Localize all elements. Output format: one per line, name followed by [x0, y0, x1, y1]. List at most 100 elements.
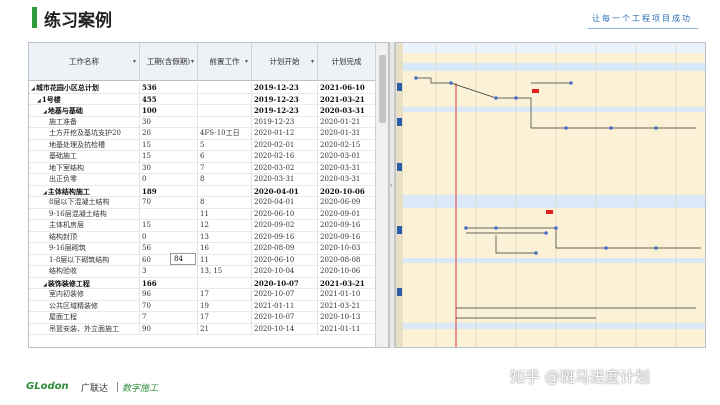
cell-finish[interactable]: 2020-09-16 [318, 220, 376, 232]
cell-duration[interactable]: 70 [140, 197, 198, 209]
cell-start[interactable]: 2019-12-23 [252, 82, 318, 94]
table-row[interactable]: ◢主体结构施工 189 2020-04-01 2020-10-06 [29, 185, 376, 197]
expand-toggle-icon[interactable]: ◢ [31, 86, 35, 92]
cell-pred[interactable] [198, 105, 252, 117]
cell-pred[interactable]: 17 [198, 289, 252, 301]
sort-dropdown-icon[interactable]: ▾ [245, 43, 248, 81]
cell-duration[interactable]: 7 [140, 312, 198, 324]
cell-finish[interactable]: 2021-03-21 [318, 93, 376, 105]
table-row[interactable]: 出正负零 0 8 2020-03-31 2020-03-31 [29, 174, 376, 186]
cell-name[interactable]: ◢1号楼 [29, 93, 140, 105]
cell-duration[interactable]: 30 [140, 116, 198, 128]
network-diagram[interactable] [395, 42, 706, 348]
expand-toggle-icon[interactable]: ◢ [37, 98, 41, 104]
cell-start[interactable]: 2020-01-12 [252, 128, 318, 140]
scrollbar-thumb[interactable] [379, 55, 386, 123]
cell-duration[interactable]: 189 [140, 185, 198, 197]
cell-name[interactable]: 施工准备 [29, 116, 140, 128]
cell-pred[interactable]: 12 [198, 220, 252, 232]
cell-name[interactable]: 9-16层混凝土结构 [29, 208, 140, 220]
table-row[interactable]: 结构封顶 0 13 2020-09-16 2020-09-16 [29, 231, 376, 243]
cell-finish[interactable]: 2020-03-01 [318, 151, 376, 163]
cell-pred[interactable]: 7 [198, 162, 252, 174]
cell-name[interactable]: 土方开挖及基坑支护20 [29, 128, 140, 140]
cell-name[interactable]: 9-16层砌筑 [29, 243, 140, 255]
table-row[interactable]: 公共区域精装修 70 19 2021-01-11 2021-03-21 [29, 300, 376, 312]
cell-duration[interactable] [140, 208, 198, 220]
table-row[interactable]: 主体机房层 15 12 2020-09-02 2020-09-16 [29, 220, 376, 232]
table-row[interactable]: ◢地基与基础 100 2019-12-23 2020-03-31 [29, 105, 376, 117]
cell-duration[interactable]: 70 [140, 300, 198, 312]
cell-finish[interactable]: 2020-06-09 [318, 197, 376, 209]
cell-duration[interactable]: 100 [140, 105, 198, 117]
table-row[interactable]: 吊篮安装、外立面施工 90 21 2020-10-14 2021-01-11 [29, 323, 376, 335]
cell-finish[interactable]: 2020-10-06 [318, 185, 376, 197]
table-row[interactable]: 1-8层以下砌筑结构 60 11 2020-06-10 2020-08-08 [29, 254, 376, 266]
sort-dropdown-icon[interactable]: ▾ [191, 43, 194, 81]
table-row[interactable]: 基础施工 15 6 2020-02-16 2020-03-01 [29, 151, 376, 163]
cell-pred[interactable]: 4FS-10工日 [198, 128, 252, 140]
cell-duration[interactable]: 15 [140, 139, 198, 151]
cell-finish[interactable]: 2020-03-31 [318, 162, 376, 174]
cell-finish[interactable]: 2020-10-03 [318, 243, 376, 255]
cell-finish[interactable]: 2021-01-10 [318, 289, 376, 301]
cell-duration[interactable]: 455 [140, 93, 198, 105]
col-header-finish[interactable]: 计划完成 [318, 43, 376, 81]
cell-start[interactable]: 2021-01-11 [252, 300, 318, 312]
cell-duration[interactable]: 96 [140, 289, 198, 301]
cell-start[interactable]: 2019-12-23 [252, 116, 318, 128]
cell-pred[interactable]: 13 [198, 231, 252, 243]
vertical-scrollbar[interactable] [375, 43, 388, 347]
cell-pred[interactable] [198, 116, 252, 128]
cell-pred[interactable]: 13, 15 [198, 266, 252, 278]
cell-finish[interactable]: 2020-01-21 [318, 116, 376, 128]
table-row[interactable]: ◢城市花园小区总计划 536 2019-12-23 2021-06-10 [29, 82, 376, 94]
cell-start[interactable]: 2020-02-01 [252, 139, 318, 151]
cell-start[interactable]: 2020-10-07 [252, 312, 318, 324]
table-row[interactable]: 室内初装修 96 17 2020-10-07 2021-01-10 [29, 289, 376, 301]
cell-pred[interactable] [198, 82, 252, 94]
cell-finish[interactable]: 2020-09-01 [318, 208, 376, 220]
cell-name[interactable]: ◢主体结构施工 [29, 185, 140, 197]
cell-pred[interactable]: 19 [198, 300, 252, 312]
cell-finish[interactable]: 2020-03-31 [318, 105, 376, 117]
col-header-name[interactable]: 工作名称 ▾ [29, 43, 140, 81]
cell-name[interactable]: 地基处理及抗检槽 [29, 139, 140, 151]
table-row[interactable]: 9-16层砌筑 56 16 2020-08-09 2020-10-03 [29, 243, 376, 255]
cell-finish[interactable]: 2020-08-08 [318, 254, 376, 266]
table-row[interactable]: 9-16层混凝土结构 11 2020-06-10 2020-09-01 [29, 208, 376, 220]
cell-duration[interactable]: 15 [140, 151, 198, 163]
cell-start[interactable]: 2020-04-01 [252, 185, 318, 197]
table-row[interactable]: 结构验收 3 13, 15 2020-10-04 2020-10-06 [29, 266, 376, 278]
cell-pred[interactable]: 5 [198, 139, 252, 151]
sort-dropdown-icon[interactable]: ▾ [311, 43, 314, 81]
cell-duration[interactable]: 15 [140, 220, 198, 232]
cell-name[interactable]: 结构封顶 [29, 231, 140, 243]
cell-start[interactable]: 2020-06-10 [252, 208, 318, 220]
cell-start[interactable]: 2020-04-01 [252, 197, 318, 209]
cell-start[interactable]: 2020-08-09 [252, 243, 318, 255]
table-row[interactable]: 8层以下混凝土结构 70 8 2020-04-01 2020-06-09 [29, 197, 376, 209]
cell-duration[interactable]: 0 [140, 174, 198, 186]
cell-finish[interactable]: 2020-10-06 [318, 266, 376, 278]
cell-pred[interactable] [198, 277, 252, 289]
cell-start[interactable]: 2020-10-04 [252, 266, 318, 278]
cell-finish[interactable]: 2021-06-10 [318, 82, 376, 94]
col-header-start[interactable]: 计划开始 ▾ [252, 43, 318, 81]
cell-start[interactable]: 2020-10-14 [252, 323, 318, 335]
cell-start[interactable]: 2020-09-16 [252, 231, 318, 243]
col-header-predecessor[interactable]: 前置工作 ▾ [198, 43, 252, 81]
table-row[interactable]: 屋面工程 7 17 2020-10-07 2020-10-13 [29, 312, 376, 324]
cell-name[interactable]: 吊篮安装、外立面施工 [29, 323, 140, 335]
cell-name[interactable]: 1-8层以下砌筑结构 [29, 254, 140, 266]
cell-start[interactable]: 2020-03-31 [252, 174, 318, 186]
cell-finish[interactable]: 2020-10-13 [318, 312, 376, 324]
cell-pred[interactable]: 6 [198, 151, 252, 163]
cell-start[interactable]: 2020-03-02 [252, 162, 318, 174]
cell-start[interactable]: 2019-12-23 [252, 105, 318, 117]
sort-dropdown-icon[interactable]: ▾ [133, 43, 136, 81]
expand-toggle-icon[interactable]: ◢ [43, 190, 47, 196]
cell-start[interactable]: 2020-10-07 [252, 289, 318, 301]
table-row[interactable]: ◢1号楼 455 2019-12-23 2021-03-21 [29, 93, 376, 105]
cell-pred[interactable]: 16 [198, 243, 252, 255]
